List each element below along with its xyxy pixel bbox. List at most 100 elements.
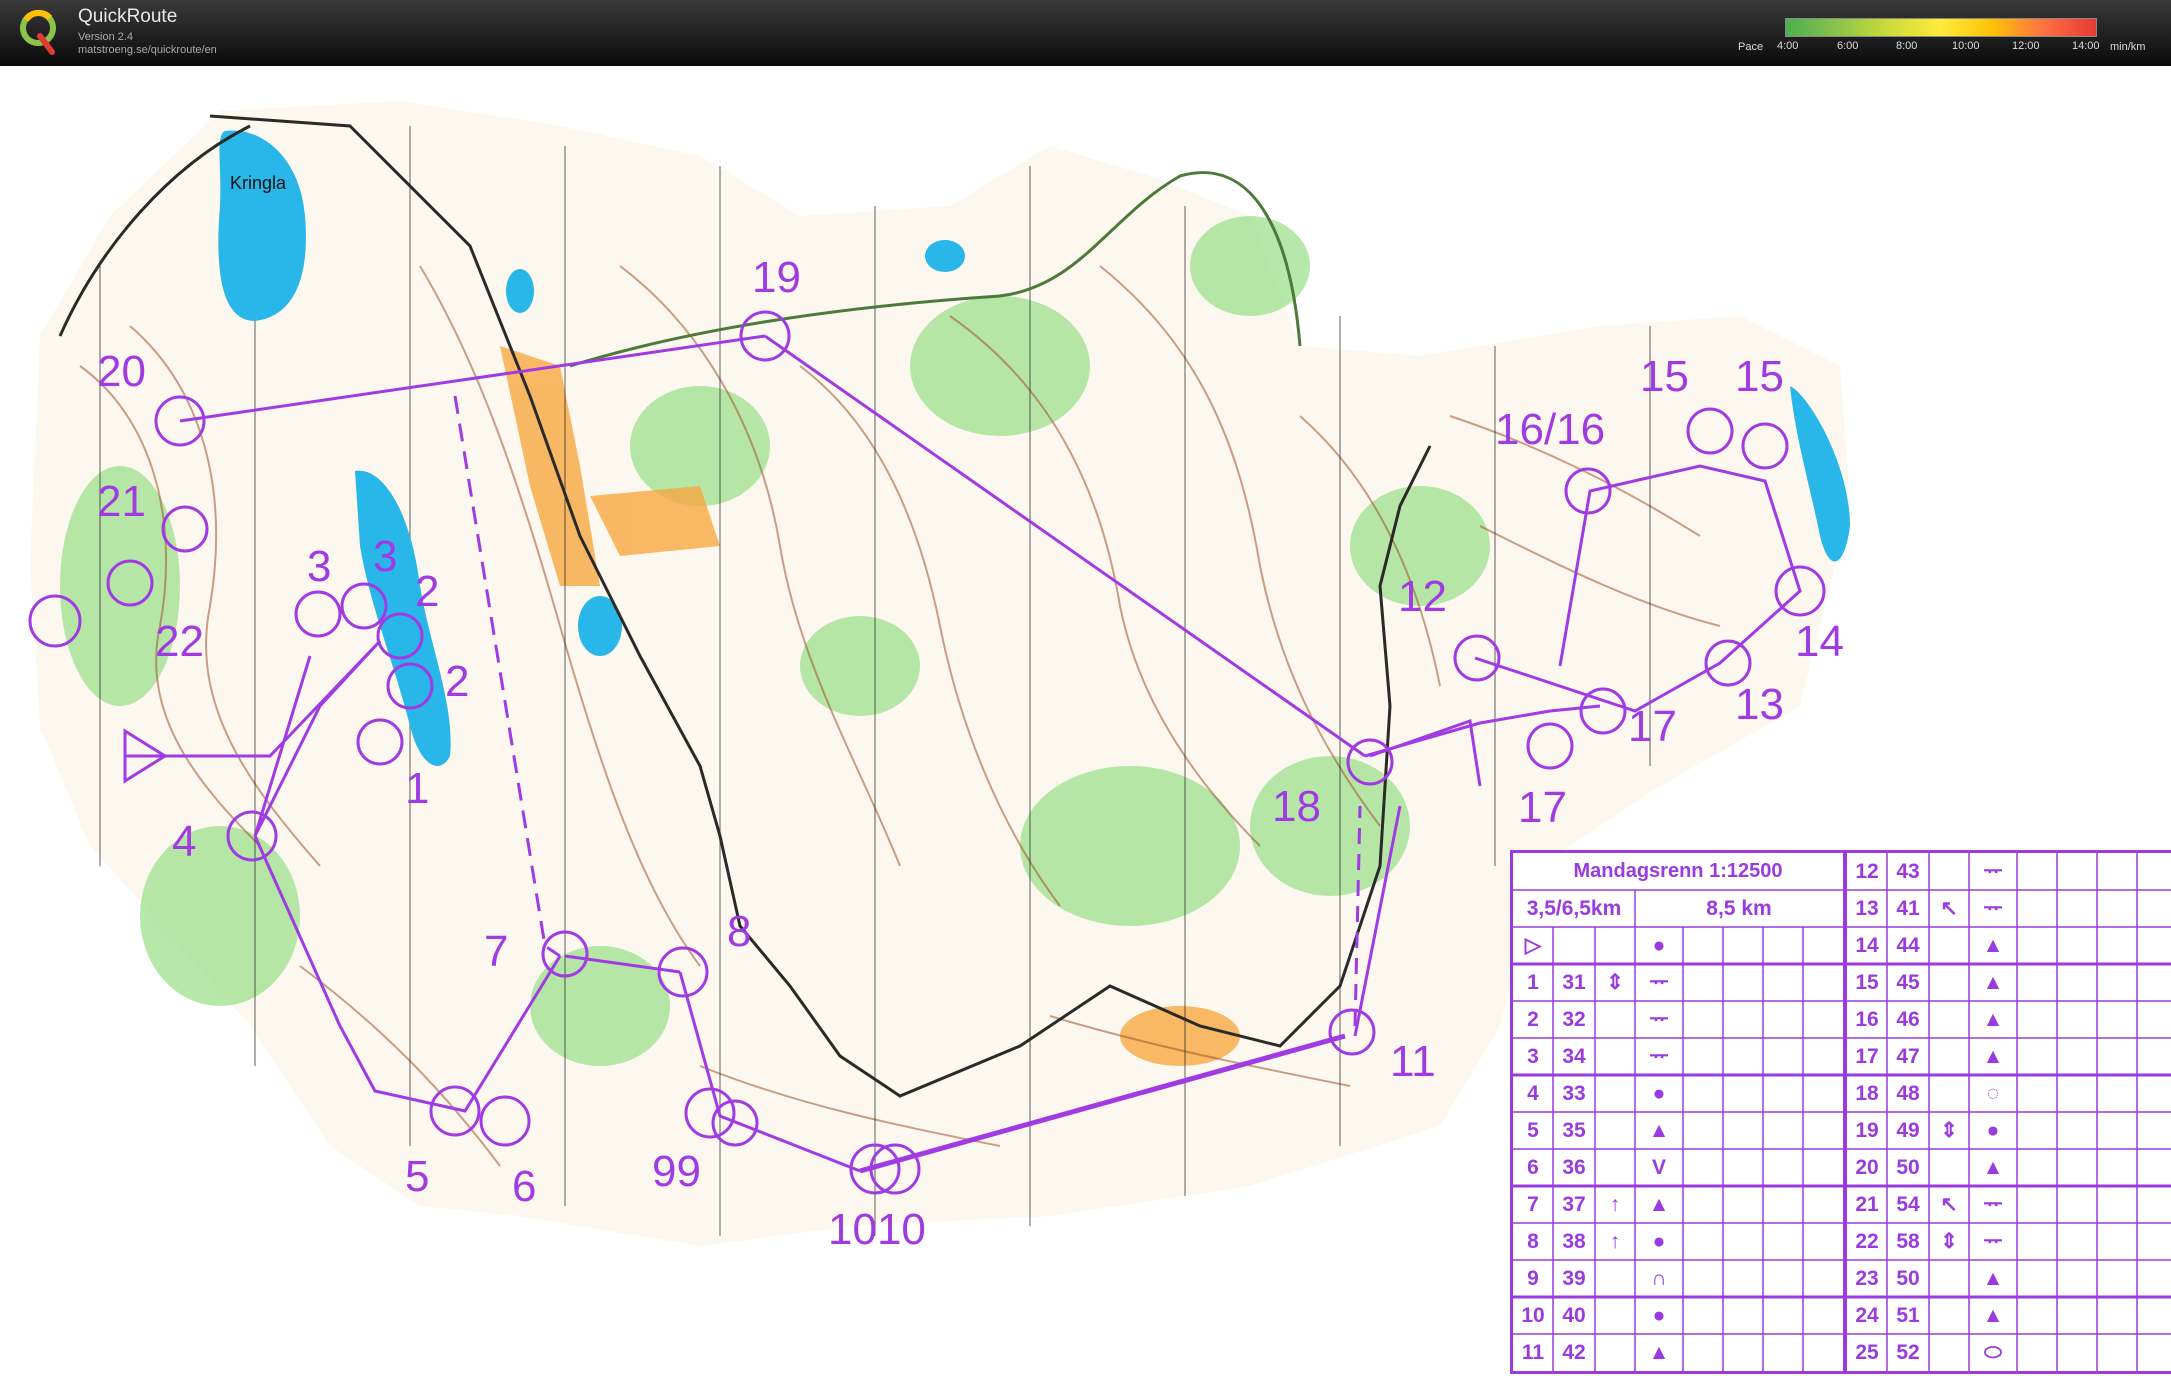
control-code: 42 <box>1562 1341 1586 1364</box>
feature-symbol-icon: ▲ <box>1982 1267 2004 1290</box>
control-label: 2 <box>445 657 469 706</box>
control-code: 37 <box>1562 1193 1586 1216</box>
control-number: 17 <box>1855 1045 1879 1068</box>
control-label: 20 <box>97 347 146 396</box>
pace-scale: Pace 4:00 6:00 8:00 10:00 12:00 14:00 mi… <box>1730 16 2160 56</box>
course-title: Mandagsrenn 1:12500 <box>1573 860 1783 882</box>
feature-symbol-icon: ⇕ <box>1940 1119 1958 1142</box>
control-number: 23 <box>1855 1267 1879 1290</box>
control-number: 24 <box>1855 1304 1879 1327</box>
control-description-sheet: Mandagsrenn 1:12500 3,5/6,5km 8,5 km ▷ ● 1 31 ⇕… <box>1510 850 2171 1380</box>
feature-symbol-icon: ᅲ <box>1983 860 2003 883</box>
control-label: 12 <box>1398 572 1447 621</box>
control-code: 48 <box>1896 1082 1920 1105</box>
control-number: 25 <box>1855 1341 1879 1364</box>
pace-tick: 12:00 <box>2012 40 2040 52</box>
control-code: 44 <box>1896 934 1920 957</box>
control-number: 6 <box>1527 1156 1539 1179</box>
control-code: 36 <box>1562 1156 1586 1179</box>
feature-symbol-icon: ▲ <box>1982 971 2004 994</box>
control-label: 15 <box>1640 352 1689 401</box>
control-label: 8 <box>727 907 751 956</box>
feature-symbol-icon: ● <box>1986 1119 2000 1142</box>
feature-symbol-icon: ● <box>1652 1082 1666 1105</box>
feature-symbol-icon: ᅲ <box>1983 1193 2003 1216</box>
control-number: 21 <box>1855 1193 1879 1216</box>
feature-symbol-icon: ⇕ <box>1940 1230 1958 1253</box>
pace-unit: min/km <box>2110 41 2146 53</box>
feature-symbol-icon: ▲ <box>1648 1119 1670 1142</box>
app-url[interactable]: matstroeng.se/quickroute/en <box>78 44 217 56</box>
feature-symbol-icon: ᅲ <box>1649 971 1669 994</box>
control-number: 19 <box>1855 1119 1879 1142</box>
control-label: 11 <box>1390 1037 1436 1086</box>
control-number: 1 <box>1527 971 1539 994</box>
control-code: 43 <box>1896 860 1920 883</box>
control-code: 31 <box>1562 971 1586 994</box>
feature-symbol-icon: ● <box>1652 1230 1666 1253</box>
control-label: 3 <box>373 532 397 581</box>
control-label: 14 <box>1795 617 1844 666</box>
control-code: 41 <box>1896 897 1920 920</box>
feature-symbol-icon: ⇕ <box>1606 971 1624 994</box>
control-code: 33 <box>1562 1082 1586 1105</box>
feature-symbol-icon: ▲ <box>1648 1341 1670 1364</box>
feature-symbol-icon: ∩ <box>1651 1267 1667 1290</box>
control-number: 14 <box>1855 934 1879 957</box>
control-number: 15 <box>1855 971 1879 994</box>
feature-symbol-icon: ▲ <box>1982 1045 2004 1068</box>
control-number: 3 <box>1527 1045 1539 1068</box>
control-label: 15 <box>1735 352 1784 401</box>
control-label: 2 <box>415 567 439 616</box>
control-label: 7 <box>484 927 508 976</box>
control-code: 32 <box>1562 1008 1586 1031</box>
feature-symbol-icon: ● <box>1652 1304 1666 1327</box>
feature-symbol-icon: ▲ <box>1648 1193 1670 1216</box>
control-label: 99 <box>652 1147 701 1196</box>
feature-symbol-icon: ▲ <box>1982 934 2004 957</box>
start-feature-icon: ● <box>1652 934 1666 957</box>
control-number: 5 <box>1527 1119 1539 1142</box>
start-symbol-icon: ▷ <box>1524 934 1542 957</box>
pace-tick: 6:00 <box>1837 40 1859 52</box>
control-label: 1 <box>405 764 429 813</box>
title-bar: QuickRoute Version 2.4 matstroeng.se/qui… <box>0 0 2171 66</box>
control-label: 18 <box>1272 782 1321 831</box>
control-number: 18 <box>1855 1082 1879 1105</box>
control-number: 8 <box>1527 1230 1539 1253</box>
control-code: 50 <box>1896 1156 1920 1179</box>
control-code: 39 <box>1562 1267 1586 1290</box>
control-number: 4 <box>1527 1082 1539 1105</box>
control-code: 38 <box>1562 1230 1586 1253</box>
control-number: 2 <box>1527 1008 1539 1031</box>
control-code: 51 <box>1896 1304 1920 1327</box>
control-number: 16 <box>1855 1008 1879 1031</box>
control-label: 4 <box>172 817 196 866</box>
control-code: 54 <box>1896 1193 1920 1216</box>
pace-tick: 14:00 <box>2072 40 2100 52</box>
app-version: Version 2.4 <box>78 31 134 43</box>
pace-tick: 4:00 <box>1777 40 1799 52</box>
feature-symbol-icon: ᅲ <box>1983 897 2003 920</box>
control-code: 47 <box>1896 1045 1920 1068</box>
description-table: 12 43 ᅲ 13 41 ↖ ᅲ 14 44 ▲ 15 45 ▲ 16 46 ▲ 17 47 ▲ 18 48 ◌ 19 49… <box>1844 850 2171 1374</box>
control-label: 19 <box>752 253 801 302</box>
feature-symbol-icon: ⬭ <box>1984 1341 2002 1364</box>
control-code: 45 <box>1896 971 1920 994</box>
feature-symbol-icon: ↑ <box>1609 1193 1621 1216</box>
description-table: Mandagsrenn 1:12500 3,5/6,5km 8,5 km ▷ ● 1 31 ⇕… <box>1510 850 1846 1374</box>
control-label: 13 <box>1735 680 1784 729</box>
control-label: 3 <box>307 542 331 591</box>
quickroute-logo-icon <box>20 9 56 55</box>
control-number: 22 <box>1855 1230 1879 1253</box>
control-code: 34 <box>1562 1045 1586 1068</box>
control-number: 20 <box>1855 1156 1879 1179</box>
control-number: 10 <box>1521 1304 1545 1327</box>
pace-color-bar <box>1785 18 2097 37</box>
feature-symbol-icon: ↖ <box>1940 897 1958 920</box>
feature-symbol-icon: ↑ <box>1609 1230 1621 1253</box>
control-code: 50 <box>1896 1267 1920 1290</box>
control-number: 9 <box>1527 1267 1539 1290</box>
control-label: 1010 <box>828 1205 926 1254</box>
control-number: 12 <box>1855 860 1879 883</box>
